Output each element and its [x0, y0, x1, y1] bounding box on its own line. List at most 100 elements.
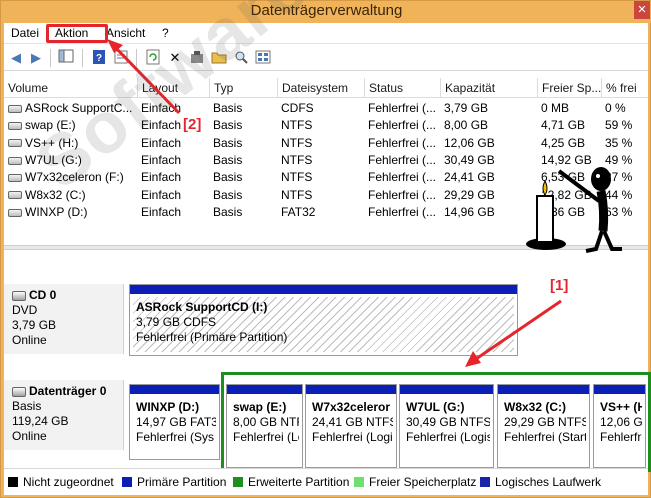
- partition-name: swap (E:): [233, 400, 287, 414]
- cell-text: 14,92 GB: [541, 152, 592, 167]
- table-cell: NTFS: [277, 135, 364, 152]
- partition-w7x32celeron[interactable]: W7x32celeror 24,41 GB NTFS Fehlerfrei (L…: [305, 384, 397, 468]
- table-cell: Fehlerfrei (...: [364, 117, 440, 134]
- cell-text: Fehlerfrei (...: [368, 101, 437, 115]
- cell-text: NTFS: [281, 135, 313, 150]
- menu-bar: Datei Aktion Ansicht ?: [4, 23, 648, 44]
- cell-text: 35 %: [605, 135, 633, 150]
- partition-body: ASRock SupportCD (I:) 3,79 GB CDFS Fehle…: [133, 297, 514, 352]
- table-cell: CDFS: [277, 100, 364, 117]
- disk-label-disk0[interactable]: Datenträger 0 Basis 119,24 GB Online: [4, 380, 124, 450]
- table-cell: FAT32: [277, 204, 364, 221]
- cell-text: 3,79 GB: [444, 101, 489, 115]
- drive-icon: [8, 122, 22, 131]
- cell-text: 44 %: [605, 187, 633, 202]
- table-cell: NTFS: [277, 117, 364, 134]
- partition-w7ul[interactable]: W7UL (G:) 30,49 GB NTFS Fehlerfrei (Logi…: [399, 384, 494, 468]
- table-cell: 3,79 GB: [440, 100, 537, 117]
- partition-swap[interactable]: swap (E:) 8,00 GB NTF Fehlerfrei (Lo: [226, 384, 303, 468]
- drive-icon: [8, 174, 22, 183]
- legend-label: Nicht zugeordnet: [23, 475, 114, 489]
- table-cell: 9,36 GB: [537, 204, 601, 221]
- table-cell: 44 %: [601, 187, 648, 204]
- table-cell: 4,25 GB: [537, 135, 601, 152]
- partition-color-bar: [400, 385, 493, 394]
- app-window: Datenträgerverwaltung ✕ Datei Aktion Ans…: [0, 0, 651, 498]
- partition-name: W7UL (G:): [406, 400, 465, 414]
- table-cell: Fehlerfrei (...: [364, 187, 440, 204]
- cell-text: Fehlerfrei (...: [368, 170, 437, 185]
- disk-state: Online: [12, 429, 47, 443]
- partition-size: 29,29 GB NTFS: [504, 415, 586, 429]
- disk-label-cd0[interactable]: CD 0 DVD 3,79 GB Online: [4, 284, 124, 354]
- help-icon[interactable]: ?: [90, 49, 108, 67]
- partition-size: 24,41 GB NTFS: [312, 415, 393, 429]
- partition-winxp[interactable]: WINXP (D:) 14,97 GB FAT3 Fehlerfrei (Sys: [129, 384, 220, 460]
- cell-text: Basis: [213, 118, 243, 133]
- legend-label: Freier Speicherplatz: [369, 475, 477, 489]
- column-header-kapazitaet[interactable]: Kapazität: [440, 78, 537, 98]
- cell-text: 49 %: [605, 152, 633, 167]
- cell-text: Fehlerfrei (...: [368, 204, 437, 219]
- legend-item-unallocated: Nicht zugeordnet: [8, 475, 114, 489]
- table-cell: 12,06 GB: [440, 135, 537, 152]
- console-tree-icon[interactable]: [57, 49, 75, 67]
- table-cell: Basis: [209, 117, 277, 134]
- table-cell: 49 %: [601, 152, 648, 169]
- partition-status: Fehlerfrei (Logi: [312, 430, 393, 444]
- column-header-dateisystem[interactable]: Dateisystem: [277, 78, 364, 98]
- partition-vspp[interactable]: VS++ (H:) 12,06 GB Fehlerfrei: [593, 384, 646, 468]
- partition-body: WINXP (D:) 14,97 GB FAT3 Fehlerfrei (Sys: [133, 397, 216, 456]
- table-cell: NTFS: [277, 187, 364, 204]
- disk-size: 3,79 GB: [12, 318, 57, 332]
- cell-text: 12,82 GB: [541, 187, 592, 202]
- table-cell: Basis: [209, 187, 277, 204]
- menu-ansicht[interactable]: Ansicht: [106, 26, 145, 40]
- drive-icon: [8, 208, 22, 217]
- legend-swatch: [354, 476, 364, 487]
- disk-type: Basis: [12, 399, 42, 413]
- table-row[interactable]: WINXP (D:) Einfach Basis FAT32 Fehlerfrei (.…: [4, 204, 648, 221]
- table-cell: Basis: [209, 135, 277, 152]
- back-icon[interactable]: ◀: [7, 49, 25, 67]
- partition-asrock-supportcd[interactable]: ASRock SupportCD (I:) 3,79 GB CDFS Fehle…: [129, 284, 518, 356]
- partition-w8x32[interactable]: W8x32 (C:) 29,29 GB NTFS Fehlerfrei (Sta…: [497, 384, 590, 468]
- table-cell: 35 %: [601, 135, 648, 152]
- annotation-label-1: [1]: [550, 277, 569, 294]
- table-cell: Einfach: [137, 152, 209, 169]
- legend-label: Erweiterte Partition: [248, 475, 350, 489]
- cell-text: 4,25 GB: [541, 135, 586, 150]
- table-cell: Fehlerfrei (...: [364, 169, 440, 186]
- cell-text: NTFS: [281, 152, 313, 167]
- annotation-label-2: [2]: [183, 116, 202, 133]
- cell-text: 24,41 GB: [444, 170, 495, 185]
- svg-text:?: ?: [96, 53, 102, 64]
- disk-name: CD 0: [29, 288, 57, 302]
- partition-status: Fehlerfrei (Primäre Partition): [136, 330, 288, 344]
- partition-size: 30,49 GB NTFS: [406, 415, 490, 429]
- partition-color-bar: [498, 385, 589, 394]
- cell-text: NTFS: [281, 170, 313, 185]
- partition-body: VS++ (H:) 12,06 GB Fehlerfrei: [597, 397, 642, 464]
- partition-status: Fehlerfrei (Logis: [406, 430, 490, 444]
- column-header-prozent-frei[interactable]: % frei: [601, 78, 648, 98]
- partition-body: W7UL (G:) 30,49 GB NTFS Fehlerfrei (Logi…: [403, 397, 490, 464]
- table-row[interactable]: W8x32 (C:) Einfach Basis NTFS Fehlerfrei (..…: [4, 187, 648, 204]
- menu-datei[interactable]: Datei: [11, 26, 39, 40]
- cell-text: 30,49 GB: [444, 152, 495, 167]
- cell-text: Einfach: [141, 187, 182, 202]
- disk-type: DVD: [12, 303, 38, 317]
- table-cell: 24,41 GB: [440, 169, 537, 186]
- forward-icon[interactable]: ▶: [27, 49, 45, 67]
- column-header-status[interactable]: Status: [364, 78, 440, 98]
- partition-name: WINXP (D:): [136, 400, 200, 414]
- partition-color-bar: [130, 385, 219, 394]
- table-cell: 0 MB: [537, 100, 601, 117]
- toolbar-separator: [82, 49, 83, 67]
- cell-text: 63 %: [605, 204, 633, 219]
- column-header-freier-speicher[interactable]: Freier Sp...: [537, 78, 601, 98]
- table-cell: 29,29 GB: [440, 187, 537, 204]
- partition-body: swap (E:) 8,00 GB NTF Fehlerfrei (Lo: [230, 397, 299, 464]
- legend-label: Logisches Laufwerk: [495, 475, 602, 489]
- close-button[interactable]: ✕: [634, 1, 650, 19]
